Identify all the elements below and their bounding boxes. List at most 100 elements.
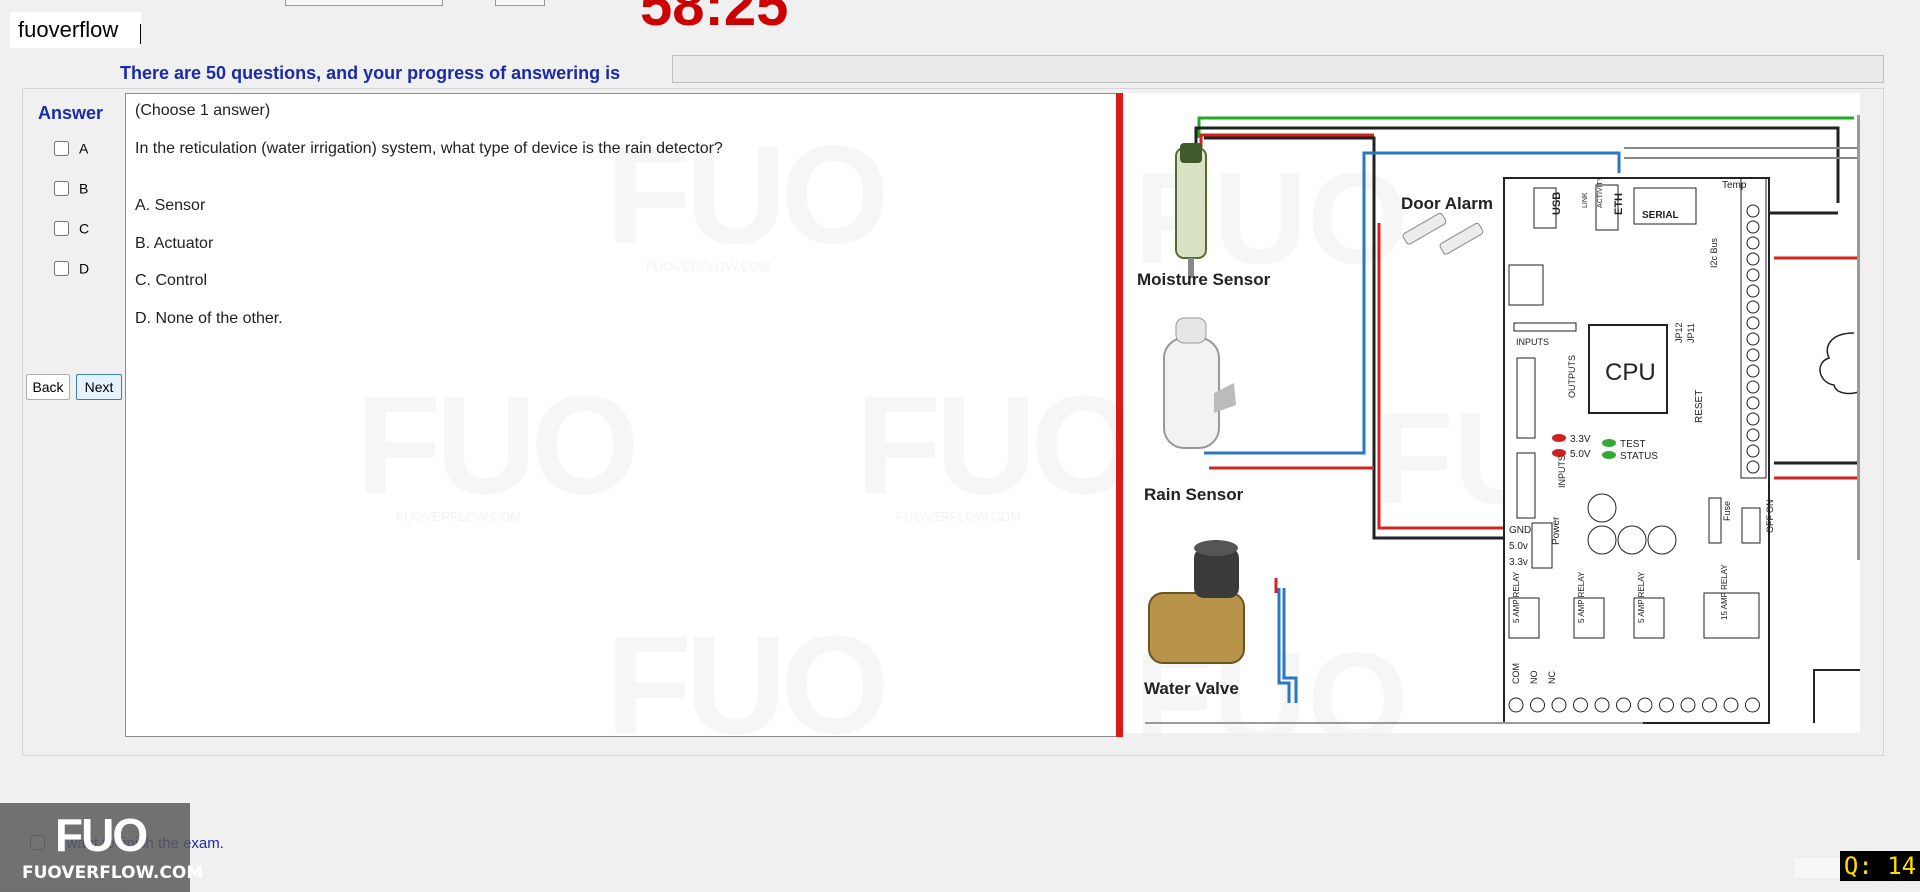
inputs-label: INPUTS [1516, 337, 1549, 347]
image-vertical-scrollbar[interactable] [1857, 115, 1860, 560]
top-spinner-stub[interactable] [495, 0, 545, 6]
terminal-screw [1723, 697, 1739, 713]
answer-option-b[interactable]: B [54, 179, 88, 197]
answer-choice-c: C. Control [135, 272, 207, 290]
relay-label-2: 5 AMP RELAY [1577, 571, 1586, 623]
relay-label-4: 15 AMP RELAY [1720, 564, 1729, 620]
choice-letter: B. [135, 235, 151, 252]
eth-label: ETH [1613, 193, 1625, 215]
outputs-label: OUTPUTS [1567, 355, 1577, 398]
status-label: STATUS [1620, 451, 1658, 462]
terminal-screw [1746, 236, 1760, 250]
i2c-label: I2c Bus [1709, 237, 1719, 268]
terminal-screw [1637, 697, 1653, 713]
question-image-panel: FUO FUO FUO Moisture Se [1124, 93, 1860, 733]
choice-text: None of the other. [155, 310, 283, 327]
on-label: ON [1765, 500, 1775, 514]
answer-checkbox-a[interactable] [54, 140, 69, 156]
choice-letter: A. [135, 197, 151, 214]
terminal-screw [1616, 697, 1631, 713]
watermark-text: FUOVERFLOW.COM [646, 259, 771, 274]
com-label: COM [1511, 663, 1521, 684]
text-caret [140, 24, 141, 44]
jp12-label: JP12 [1674, 322, 1684, 343]
relay-label-1: 5 AMP RELAY [1512, 571, 1521, 623]
top-input-stub[interactable] [285, 0, 443, 6]
back-button[interactable]: Back [26, 374, 70, 400]
gnd-label: GND [1509, 525, 1531, 536]
usb-label: USB [1551, 192, 1563, 215]
terminal-screw [1746, 252, 1760, 266]
choice-text: Control [155, 272, 208, 289]
answer-option-label: A [79, 140, 89, 157]
v50-label: 5.0V [1570, 449, 1591, 460]
terminal-screw [1746, 332, 1760, 346]
terminal-screw [1746, 364, 1760, 378]
answer-choice-d: D. None of the other. [135, 310, 283, 328]
question-text: In the reticulation (water irrigation) s… [135, 140, 723, 157]
answer-option-label: D [79, 260, 90, 277]
p50-label: 5.0v [1509, 541, 1528, 552]
jp11-label: JP11 [1686, 323, 1696, 343]
serial-label: SERIAL [1642, 210, 1679, 221]
question-panel: FUO FUO FUO FUO FUOVERFLOW.COM FUOVERFLO… [125, 93, 1119, 737]
door-alarm-label: Door Alarm [1401, 194, 1493, 213]
v33-label: 3.3V [1570, 434, 1591, 445]
watermark: FUO [856, 364, 1134, 526]
choice-text: Sensor [154, 197, 206, 214]
cpu-label: CPU [1605, 359, 1656, 386]
choice-text: Actuator [153, 235, 214, 252]
terminal-screw [1594, 697, 1610, 713]
answer-option-a[interactable]: A [54, 139, 88, 157]
answer-title: Answer [38, 103, 104, 123]
image-horizontal-scrollbar[interactable] [1145, 722, 1643, 724]
terminal-screw [1573, 697, 1588, 713]
answer-option-c[interactable]: C [54, 219, 89, 237]
answer-checkbox-d[interactable] [54, 260, 69, 276]
off-label: OFF [1765, 515, 1775, 533]
answer-choice-b: B. Actuator [135, 235, 213, 253]
terminal-screw [1680, 697, 1696, 713]
logo-mark: FUO [55, 809, 148, 861]
terminal-screw [1746, 268, 1760, 282]
answer-choice-a: A. Sensor [135, 197, 205, 215]
answer-option-label: C [79, 220, 90, 237]
question-number-badge: Q: 14 [1840, 851, 1920, 881]
terminal-screw [1746, 428, 1760, 442]
question-instruction: (Choose 1 answer) [135, 102, 271, 119]
water-valve-label: Water Valve [1144, 679, 1239, 698]
panel-divider[interactable] [1116, 93, 1123, 737]
terminal-screw [1659, 697, 1674, 713]
badge-shadow [1795, 858, 1840, 878]
terminal-screw [1551, 697, 1567, 713]
power-label: Power [1551, 516, 1562, 545]
terminal-screw [1746, 396, 1760, 410]
terminal-screw [1746, 284, 1760, 298]
cloud-shape [1819, 332, 1860, 395]
fuse-label: Fuse [1722, 501, 1732, 521]
link-label: LINK [1582, 192, 1589, 208]
countdown-timer: 58:25 [640, 0, 789, 38]
choice-letter: C. [135, 272, 151, 289]
answer-option-d[interactable]: D [54, 259, 89, 277]
door-alarm-image [1402, 212, 1484, 255]
rain-sensor-image [1163, 317, 1236, 449]
terminal-screw [1746, 204, 1760, 218]
logo-text: FUOVERFLOW.COM [22, 863, 204, 883]
answer-checkbox-c[interactable] [54, 220, 69, 236]
relay-label-3: 5 AMP RELAY [1637, 571, 1646, 623]
terminal-screw [1746, 412, 1760, 426]
device-box [1813, 669, 1860, 723]
nc-label: NC [1547, 671, 1557, 684]
inputs-label-2: INPUTS [1557, 455, 1567, 488]
water-valve-image [1148, 540, 1245, 664]
terminal-screw [1702, 697, 1717, 713]
answer-checkbox-b[interactable] [54, 180, 69, 196]
next-button[interactable]: Next [76, 374, 122, 400]
terminal-column [1746, 204, 1760, 474]
terminal-screw [1746, 460, 1760, 474]
wiring-diagram: FUO FUO FUO Moisture Se [1137, 116, 1860, 724]
moisture-sensor-image [1175, 143, 1207, 278]
no-label: NO [1529, 671, 1539, 685]
terminal-screw [1530, 697, 1545, 713]
